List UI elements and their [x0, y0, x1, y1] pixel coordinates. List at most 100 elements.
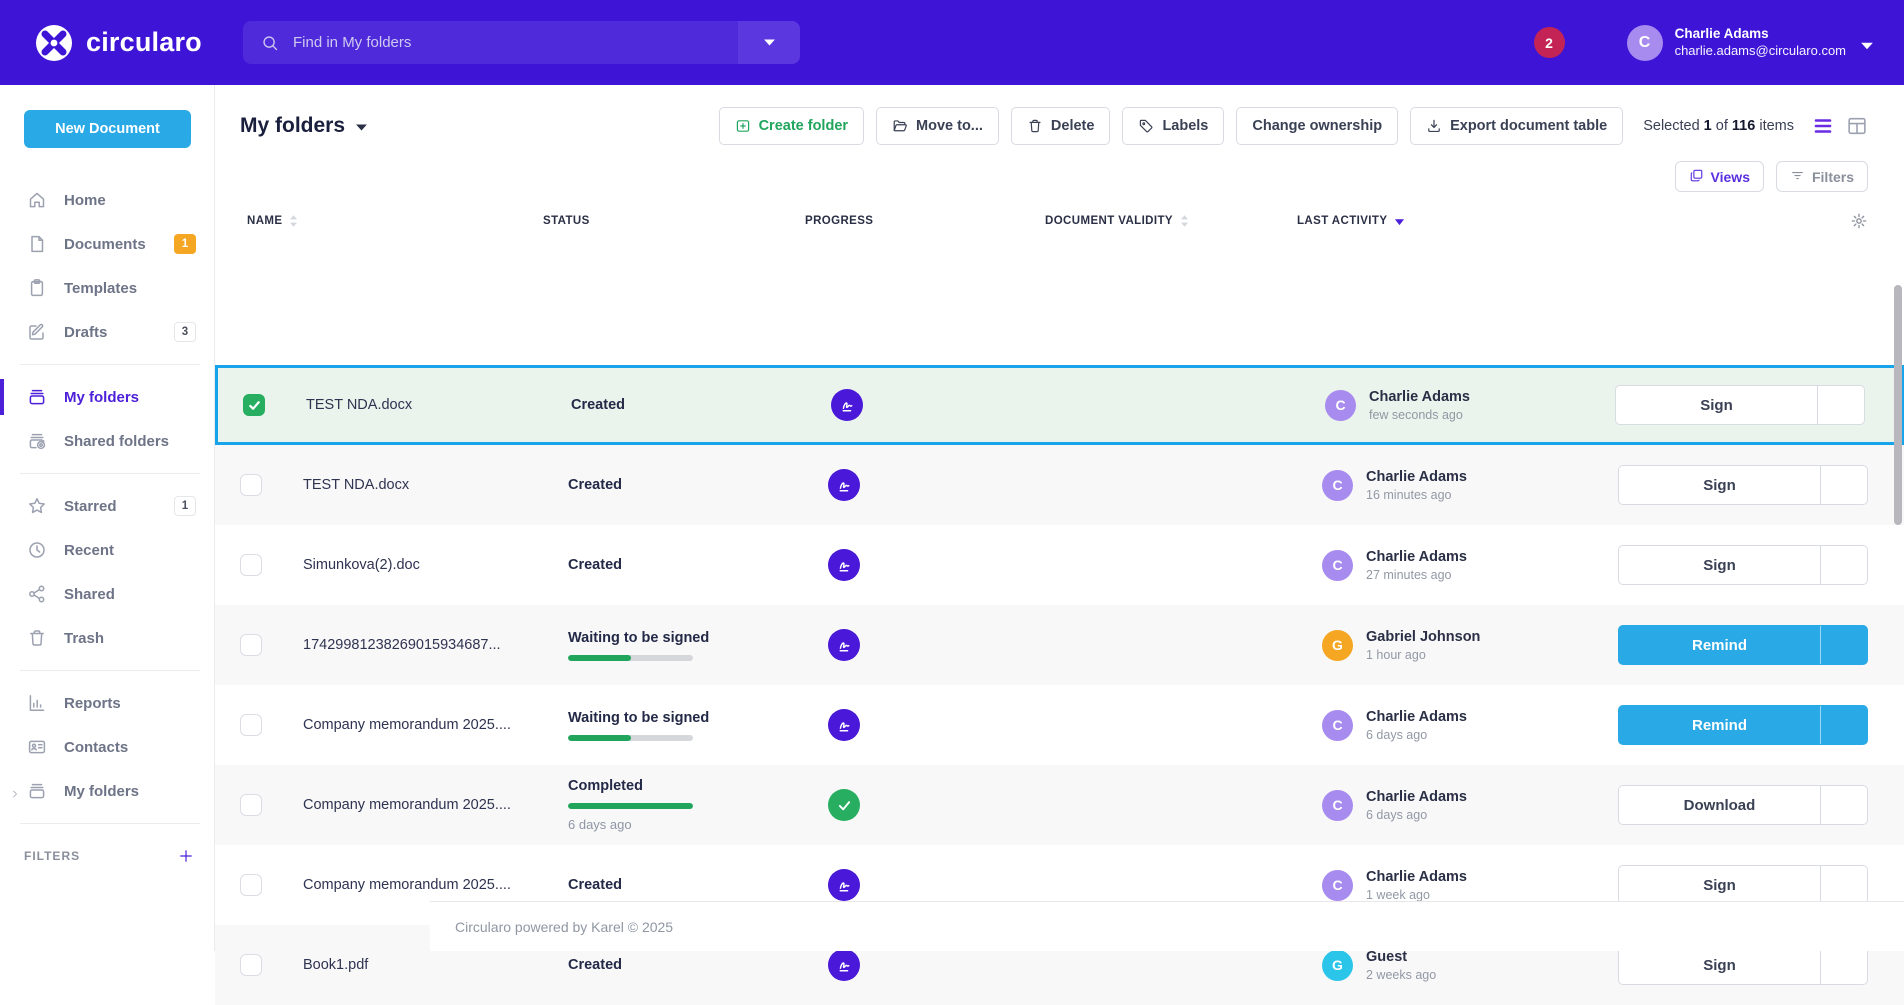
sidebar-item-templates[interactable]: Templates	[0, 266, 214, 310]
column-header-document-validity[interactable]: DOCUMENT VALIDITY	[1045, 214, 1297, 228]
document-name[interactable]: TEST NDA.docx	[288, 477, 543, 493]
user-menu-caret-icon[interactable]	[1860, 38, 1874, 48]
row-action-dropdown[interactable]	[1820, 546, 1867, 584]
vertical-scrollbar[interactable]	[1894, 285, 1902, 525]
search-input[interactable]	[279, 34, 738, 51]
sidebar-item-recent[interactable]: Recent	[0, 528, 214, 572]
column-header-progress[interactable]: PROGRESS	[805, 215, 1045, 227]
row-checkbox[interactable]	[240, 714, 262, 736]
document-name[interactable]: Company memorandum 2025....	[288, 877, 543, 893]
row-action-dropdown[interactable]	[1820, 786, 1867, 824]
sidebar-item-documents[interactable]: Documents 1	[0, 222, 214, 266]
table-row[interactable]: Company memorandum 2025.... Waiting to b…	[215, 685, 1904, 765]
notifications-badge[interactable]: 2	[1534, 27, 1565, 58]
row-action-button[interactable]: Sign	[1619, 546, 1820, 584]
add-filter-button[interactable]	[178, 848, 194, 864]
document-name[interactable]: TEST NDA.docx	[291, 397, 546, 413]
main-content: My folders Create folder Move to... Delete…	[215, 85, 1904, 951]
table-header: NAMESTATUSPROGRESSDOCUMENT VALIDITYLAST …	[215, 192, 1904, 242]
activity-avatar: C	[1322, 790, 1353, 821]
move-to-button[interactable]: Move to...	[876, 107, 999, 145]
signature-icon	[828, 949, 860, 981]
table-row[interactable]: 17429981238269015934687... Waiting to be…	[215, 605, 1904, 685]
page-title[interactable]: My folders	[240, 114, 368, 138]
sidebar-item-contacts[interactable]: Contacts	[0, 725, 214, 769]
activity-time: 2 weeks ago	[1366, 968, 1436, 982]
create-folder-button[interactable]: Create folder	[719, 107, 864, 145]
row-action-button[interactable]: Download	[1619, 786, 1820, 824]
folders-icon	[27, 387, 47, 407]
search-scope-dropdown[interactable]	[738, 21, 800, 64]
row-action-button[interactable]: Remind	[1619, 706, 1820, 744]
row-action-dropdown[interactable]	[1820, 466, 1867, 504]
sidebar-badge: 1	[174, 234, 196, 254]
activity-user: Charlie Adams	[1369, 389, 1470, 405]
table-row[interactable]: TEST NDA.docx Created C Charlie Adams fe…	[215, 365, 1904, 445]
sidebar-item-my-folders[interactable]: My folders	[0, 769, 214, 813]
row-action-button[interactable]: Sign	[1619, 466, 1820, 504]
change-ownership-button[interactable]: Change ownership	[1236, 107, 1398, 145]
list-view-icon[interactable]	[1812, 115, 1834, 137]
views-button[interactable]: Views	[1675, 161, 1764, 192]
sidebar-item-drafts[interactable]: Drafts 3	[0, 310, 214, 354]
column-header-status[interactable]: STATUS	[543, 215, 805, 227]
document-name[interactable]: Book1.pdf	[288, 957, 543, 973]
sidebar-item-my-folders[interactable]: My folders	[0, 375, 214, 419]
row-checkbox[interactable]	[243, 394, 265, 416]
row-action-button[interactable]: Remind	[1619, 626, 1820, 664]
top-bar: circularo 2 C Charlie Adams charlie.adam…	[0, 0, 1904, 85]
clock-icon	[27, 540, 47, 560]
document-name[interactable]: Company memorandum 2025....	[288, 717, 543, 733]
row-action-dropdown[interactable]	[1817, 386, 1864, 424]
activity-user: Charlie Adams	[1366, 789, 1467, 805]
row-action-dropdown[interactable]	[1820, 946, 1867, 984]
row-action-button[interactable]: Sign	[1619, 866, 1820, 904]
activity-user: Charlie Adams	[1366, 869, 1467, 885]
sidebar-item-trash[interactable]: Trash	[0, 616, 214, 660]
row-checkbox[interactable]	[240, 554, 262, 576]
sidebar-badge: 1	[174, 496, 196, 516]
user-info[interactable]: Charlie Adams charlie.adams@circularo.co…	[1675, 26, 1846, 59]
row-action-dropdown[interactable]	[1820, 626, 1867, 664]
grid-view-icon[interactable]	[1846, 115, 1868, 137]
row-action: Remind	[1618, 625, 1868, 665]
delete-button[interactable]: Delete	[1011, 107, 1111, 145]
document-name[interactable]: Company memorandum 2025....	[288, 797, 543, 813]
table-row[interactable]: Company memorandum 2025.... Completed 6 …	[215, 765, 1904, 845]
user-avatar[interactable]: C	[1627, 25, 1663, 61]
table-row[interactable]: Simunkova(2).doc Created C Charlie Adams…	[215, 525, 1904, 605]
sidebar-item-home[interactable]: Home	[0, 178, 214, 222]
document-name[interactable]: Simunkova(2).doc	[288, 557, 543, 573]
row-checkbox[interactable]	[240, 634, 262, 656]
activity-avatar: G	[1322, 630, 1353, 661]
sidebar-item-shared-folders[interactable]: Shared folders	[0, 419, 214, 463]
row-action-button[interactable]: Sign	[1616, 386, 1817, 424]
labels-button[interactable]: Labels	[1122, 107, 1224, 145]
sidebar-item-shared[interactable]: Shared	[0, 572, 214, 616]
document-name[interactable]: 17429981238269015934687...	[288, 637, 543, 653]
row-action-dropdown[interactable]	[1820, 866, 1867, 904]
activity-user: Charlie Adams	[1366, 709, 1467, 725]
row-checkbox[interactable]	[240, 794, 262, 816]
row-checkbox[interactable]	[240, 954, 262, 976]
row-action-button[interactable]: Sign	[1619, 946, 1820, 984]
activity-avatar: C	[1322, 870, 1353, 901]
row-action: Sign	[1618, 465, 1868, 505]
row-checkbox[interactable]	[240, 474, 262, 496]
gear-icon[interactable]	[1850, 212, 1868, 230]
export-document-table-button[interactable]: Export document table	[1410, 107, 1623, 145]
signature-icon	[828, 709, 860, 741]
row-checkbox[interactable]	[240, 874, 262, 896]
new-document-button[interactable]: New Document	[24, 110, 191, 148]
column-header-last-activity[interactable]: LAST ACTIVITY	[1297, 215, 1589, 227]
filters-button[interactable]: Filters	[1776, 161, 1868, 192]
status-text: Created	[568, 957, 805, 973]
app-logo[interactable]: circularo	[0, 23, 215, 63]
row-action-dropdown[interactable]	[1820, 706, 1867, 744]
table-row[interactable]: TEST NDA.docx Created C Charlie Adams 16…	[215, 445, 1904, 525]
row-action: Remind	[1618, 705, 1868, 745]
export-icon	[1426, 118, 1442, 134]
sidebar-item-reports[interactable]: Reports	[0, 681, 214, 725]
column-header-name[interactable]: NAME	[240, 214, 543, 228]
sidebar-item-starred[interactable]: Starred 1	[0, 484, 214, 528]
